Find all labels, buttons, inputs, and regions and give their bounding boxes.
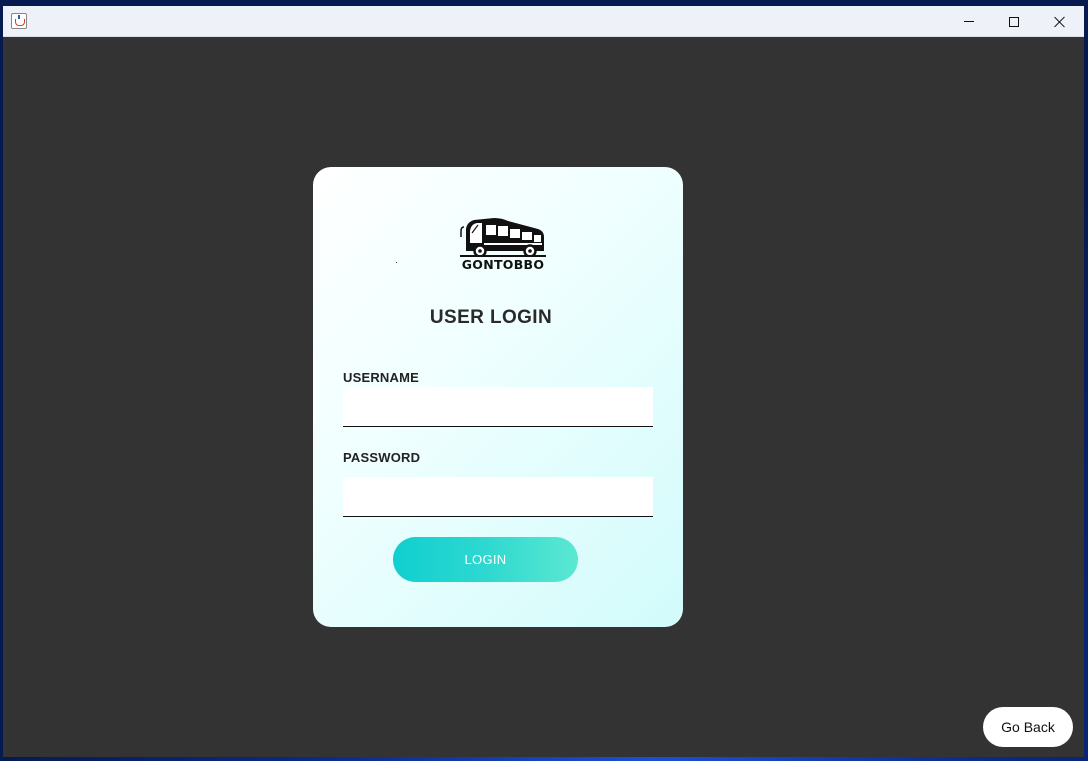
logo-text: GONTOBBO (461, 257, 545, 272)
page-title: USER LOGIN (429, 307, 553, 328)
password-field[interactable] (343, 477, 653, 517)
login-card: GONTOBBO USER LOGIN USERNAME PASSWORD LO… (313, 167, 683, 627)
login-button[interactable]: LOGIN (393, 537, 578, 582)
app-window: GONTOBBO USER LOGIN USERNAME PASSWORD LO… (3, 6, 1084, 757)
stray-dot (396, 262, 397, 263)
title-bar[interactable] (3, 6, 1084, 37)
close-button[interactable] (1037, 6, 1083, 37)
java-cup-icon (11, 13, 27, 29)
maximize-icon (1009, 16, 1019, 27)
maximize-button[interactable] (991, 6, 1037, 37)
logo: GONTOBBO (458, 217, 548, 275)
bus-icon (460, 218, 546, 257)
minimize-button[interactable] (946, 6, 992, 37)
username-field[interactable] (343, 387, 653, 427)
minimize-icon (964, 21, 974, 22)
go-back-button[interactable]: Go Back (983, 707, 1073, 747)
close-icon (1054, 16, 1066, 28)
username-label: USERNAME (343, 370, 419, 385)
password-label: PASSWORD (343, 450, 421, 465)
